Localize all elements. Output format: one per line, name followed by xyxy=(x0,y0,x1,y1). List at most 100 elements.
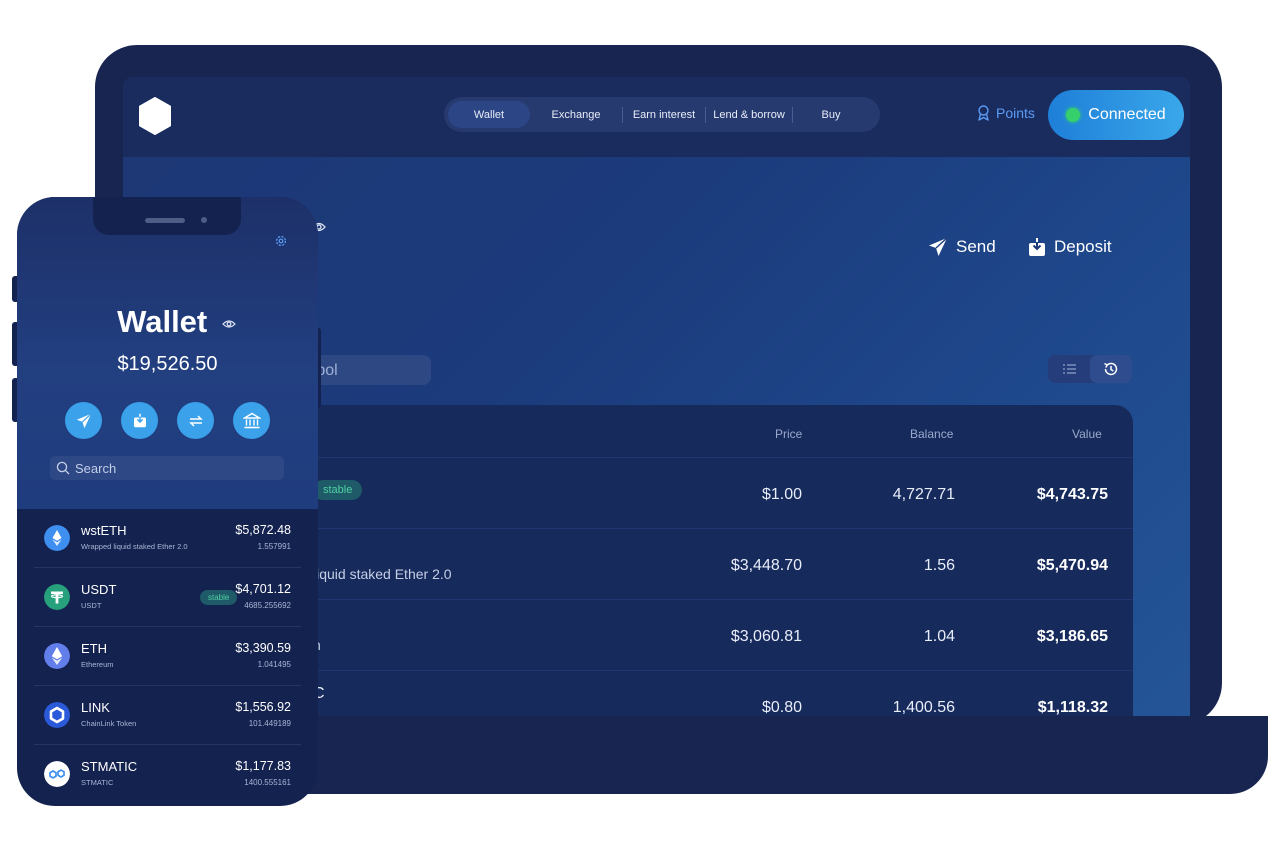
token-name: ChainLink Token xyxy=(81,719,137,728)
column-header-value: Value xyxy=(1072,427,1102,441)
connected-label: Connected xyxy=(1088,106,1166,123)
phone-wallet-header: Wallet $19,526.50 Search xyxy=(17,197,318,509)
wallet-balance: $19,526.50 xyxy=(117,353,218,375)
row-balance: 1,400.56 xyxy=(892,699,955,716)
row-token-name: liquid staked Ether 2.0 xyxy=(313,566,452,582)
phone-device: Wallet $19,526.50 Search wstETH Wrapped … xyxy=(17,197,318,806)
token-amount: 101.449189 xyxy=(248,719,291,728)
phone-speaker xyxy=(145,218,185,223)
token-symbol: wstETH xyxy=(81,523,127,538)
stable-badge: stable xyxy=(200,590,238,605)
deposit-button[interactable]: Deposit xyxy=(1028,237,1112,257)
list-item[interactable]: ETH Ethereum $3,390.59 1.041495 xyxy=(34,627,301,686)
stmatic-icon xyxy=(44,761,70,787)
send-button[interactable]: Send xyxy=(928,237,996,257)
send-icon xyxy=(76,412,92,428)
nav-wallet[interactable]: Wallet xyxy=(448,101,530,128)
swap-icon xyxy=(188,414,203,427)
nav-lend-borrow[interactable]: Lend & borrow xyxy=(706,101,792,128)
connected-button[interactable]: Connected xyxy=(1048,90,1184,140)
deposit-button[interactable] xyxy=(121,402,158,439)
token-symbol: USDT xyxy=(81,582,117,597)
token-symbol: LINK xyxy=(81,700,110,715)
token-symbol: ETH xyxy=(81,641,107,656)
send-icon xyxy=(929,237,948,256)
token-amount: 1.041495 xyxy=(257,660,291,669)
column-header-price: Price xyxy=(775,427,803,441)
gear-icon[interactable] xyxy=(274,234,288,248)
token-list: wstETH Wrapped liquid staked Ether 2.0 $… xyxy=(34,509,301,804)
table-row[interactable]: n $3,060.81 1.04 $3,186.65 xyxy=(253,599,1133,670)
app-logo-icon[interactable] xyxy=(138,97,172,135)
table-row[interactable]: C $0.80 1,400.56 $1,118.32 xyxy=(253,670,1133,716)
list-icon xyxy=(1062,364,1076,374)
phone-action-buttons xyxy=(65,402,270,439)
list-item[interactable]: USDT USDT stable $4,701.12 4685.255692 xyxy=(34,568,301,627)
connection-status-dot xyxy=(1066,108,1081,122)
token-value: $4,701.12 xyxy=(235,582,291,596)
search-placeholder: Search xyxy=(75,460,117,476)
table-row[interactable]: liquid staked Ether 2.0 $3,448.70 1.56 $… xyxy=(253,528,1133,599)
phone-search-input[interactable]: Search xyxy=(50,456,284,480)
token-name: STMATIC xyxy=(81,778,114,787)
wsteth-icon xyxy=(44,525,70,551)
list-view-button[interactable] xyxy=(1048,355,1090,383)
usdt-icon xyxy=(44,584,70,610)
history-icon xyxy=(1104,362,1118,376)
nav-buy[interactable]: Buy xyxy=(793,101,869,128)
row-value: $5,470.94 xyxy=(1036,557,1108,574)
nav-exchange[interactable]: Exchange xyxy=(530,101,622,128)
token-amount: 1.557991 xyxy=(257,542,291,551)
list-item[interactable]: wstETH Wrapped liquid staked Ether 2.0 $… xyxy=(34,509,301,568)
token-value: $1,177.83 xyxy=(235,759,291,773)
send-label: Send xyxy=(956,237,996,256)
search-icon xyxy=(56,461,70,475)
row-balance: 4,727.71 xyxy=(892,486,955,503)
row-price: $1.00 xyxy=(761,486,802,503)
eth-icon xyxy=(44,643,70,669)
list-item[interactable]: STMATIC STMATIC $1,177.83 1400.555161 xyxy=(34,745,301,804)
send-button[interactable] xyxy=(65,402,102,439)
deposit-icon xyxy=(1029,238,1045,256)
eye-icon[interactable] xyxy=(222,319,236,329)
assets-table: Price Balance Value stable $1.00 4,727.7… xyxy=(253,405,1133,716)
column-header-balance: Balance xyxy=(910,427,954,441)
stable-badge: stable xyxy=(313,480,363,500)
row-value: $4,743.75 xyxy=(1036,486,1108,503)
wallet-title: Wallet xyxy=(17,304,318,340)
table-row[interactable]: stable $1.00 4,727.71 $4,743.75 xyxy=(253,457,1133,528)
nav-earn-interest[interactable]: Earn interest xyxy=(623,101,705,128)
points-link[interactable]: Points xyxy=(976,105,1035,121)
main-nav: Wallet Exchange Earn interest Lend & bor… xyxy=(444,97,880,132)
token-name: USDT xyxy=(81,601,102,610)
award-icon xyxy=(978,105,989,121)
token-value: $3,390.59 xyxy=(235,641,291,655)
link-icon xyxy=(44,702,70,728)
token-name: Wrapped liquid staked Ether 2.0 xyxy=(81,542,188,551)
row-price: $3,060.81 xyxy=(730,628,802,645)
history-view-button[interactable] xyxy=(1090,355,1132,383)
phone-camera xyxy=(201,217,207,223)
bank-button[interactable] xyxy=(233,402,270,439)
row-price: $0.80 xyxy=(761,699,802,716)
row-price: $3,448.70 xyxy=(730,557,802,574)
token-amount: 1400.555161 xyxy=(244,778,291,787)
swap-button[interactable] xyxy=(177,402,214,439)
row-value: $1,118.32 xyxy=(1037,699,1108,716)
wallet-title-text: Wallet xyxy=(117,304,208,339)
token-amount: 4685.255692 xyxy=(244,601,291,610)
token-name: Ethereum xyxy=(81,660,114,669)
list-item[interactable]: LINK ChainLink Token $1,556.92 101.44918… xyxy=(34,686,301,745)
points-label: Points xyxy=(996,105,1035,121)
row-balance: 1.04 xyxy=(923,628,955,645)
view-toggle xyxy=(1048,355,1132,383)
row-balance: 1.56 xyxy=(923,557,955,574)
deposit-label: Deposit xyxy=(1054,237,1112,256)
desktop-topbar: Wallet Exchange Earn interest Lend & bor… xyxy=(123,77,1190,157)
deposit-icon xyxy=(133,413,146,428)
token-value: $5,872.48 xyxy=(235,523,291,537)
token-value: $1,556.92 xyxy=(235,700,291,714)
row-value: $3,186.65 xyxy=(1036,628,1108,645)
phone-notch xyxy=(93,197,241,235)
token-symbol: STMATIC xyxy=(81,759,138,774)
